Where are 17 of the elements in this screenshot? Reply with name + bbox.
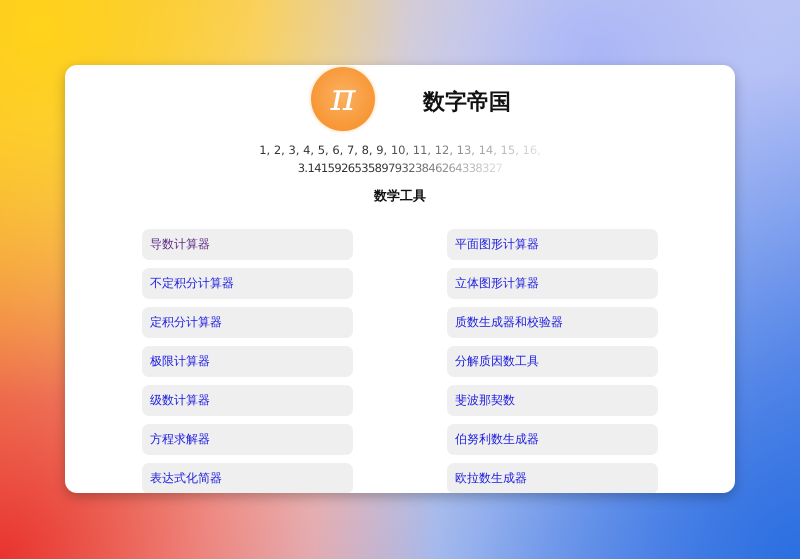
tool-link[interactable]: 方程求解器	[142, 424, 353, 455]
tool-link[interactable]: 平面图形计算器	[447, 229, 658, 260]
site-title: 数字帝国	[423, 88, 511, 117]
tool-link[interactable]: 伯努利数生成器	[447, 424, 658, 455]
tool-link[interactable]: 级数计算器	[142, 385, 353, 416]
tool-link[interactable]: 导数计算器	[142, 229, 353, 260]
tool-link[interactable]: 分解质因数工具	[447, 346, 658, 377]
tool-link[interactable]: 表达式化简器	[142, 463, 353, 493]
tool-link[interactable]: 欧拉数生成器	[447, 463, 658, 493]
pi-logo: π	[311, 67, 375, 131]
tool-link[interactable]: 定积分计算器	[142, 307, 353, 338]
tool-link[interactable]: 立体图形计算器	[447, 268, 658, 299]
tool-link[interactable]: 质数生成器和校验器	[447, 307, 658, 338]
tool-link[interactable]: 不定积分计算器	[142, 268, 353, 299]
section-title: 数学工具	[374, 188, 426, 205]
tool-link[interactable]: 斐波那契数	[447, 385, 658, 416]
tool-link[interactable]: 极限计算器	[142, 346, 353, 377]
